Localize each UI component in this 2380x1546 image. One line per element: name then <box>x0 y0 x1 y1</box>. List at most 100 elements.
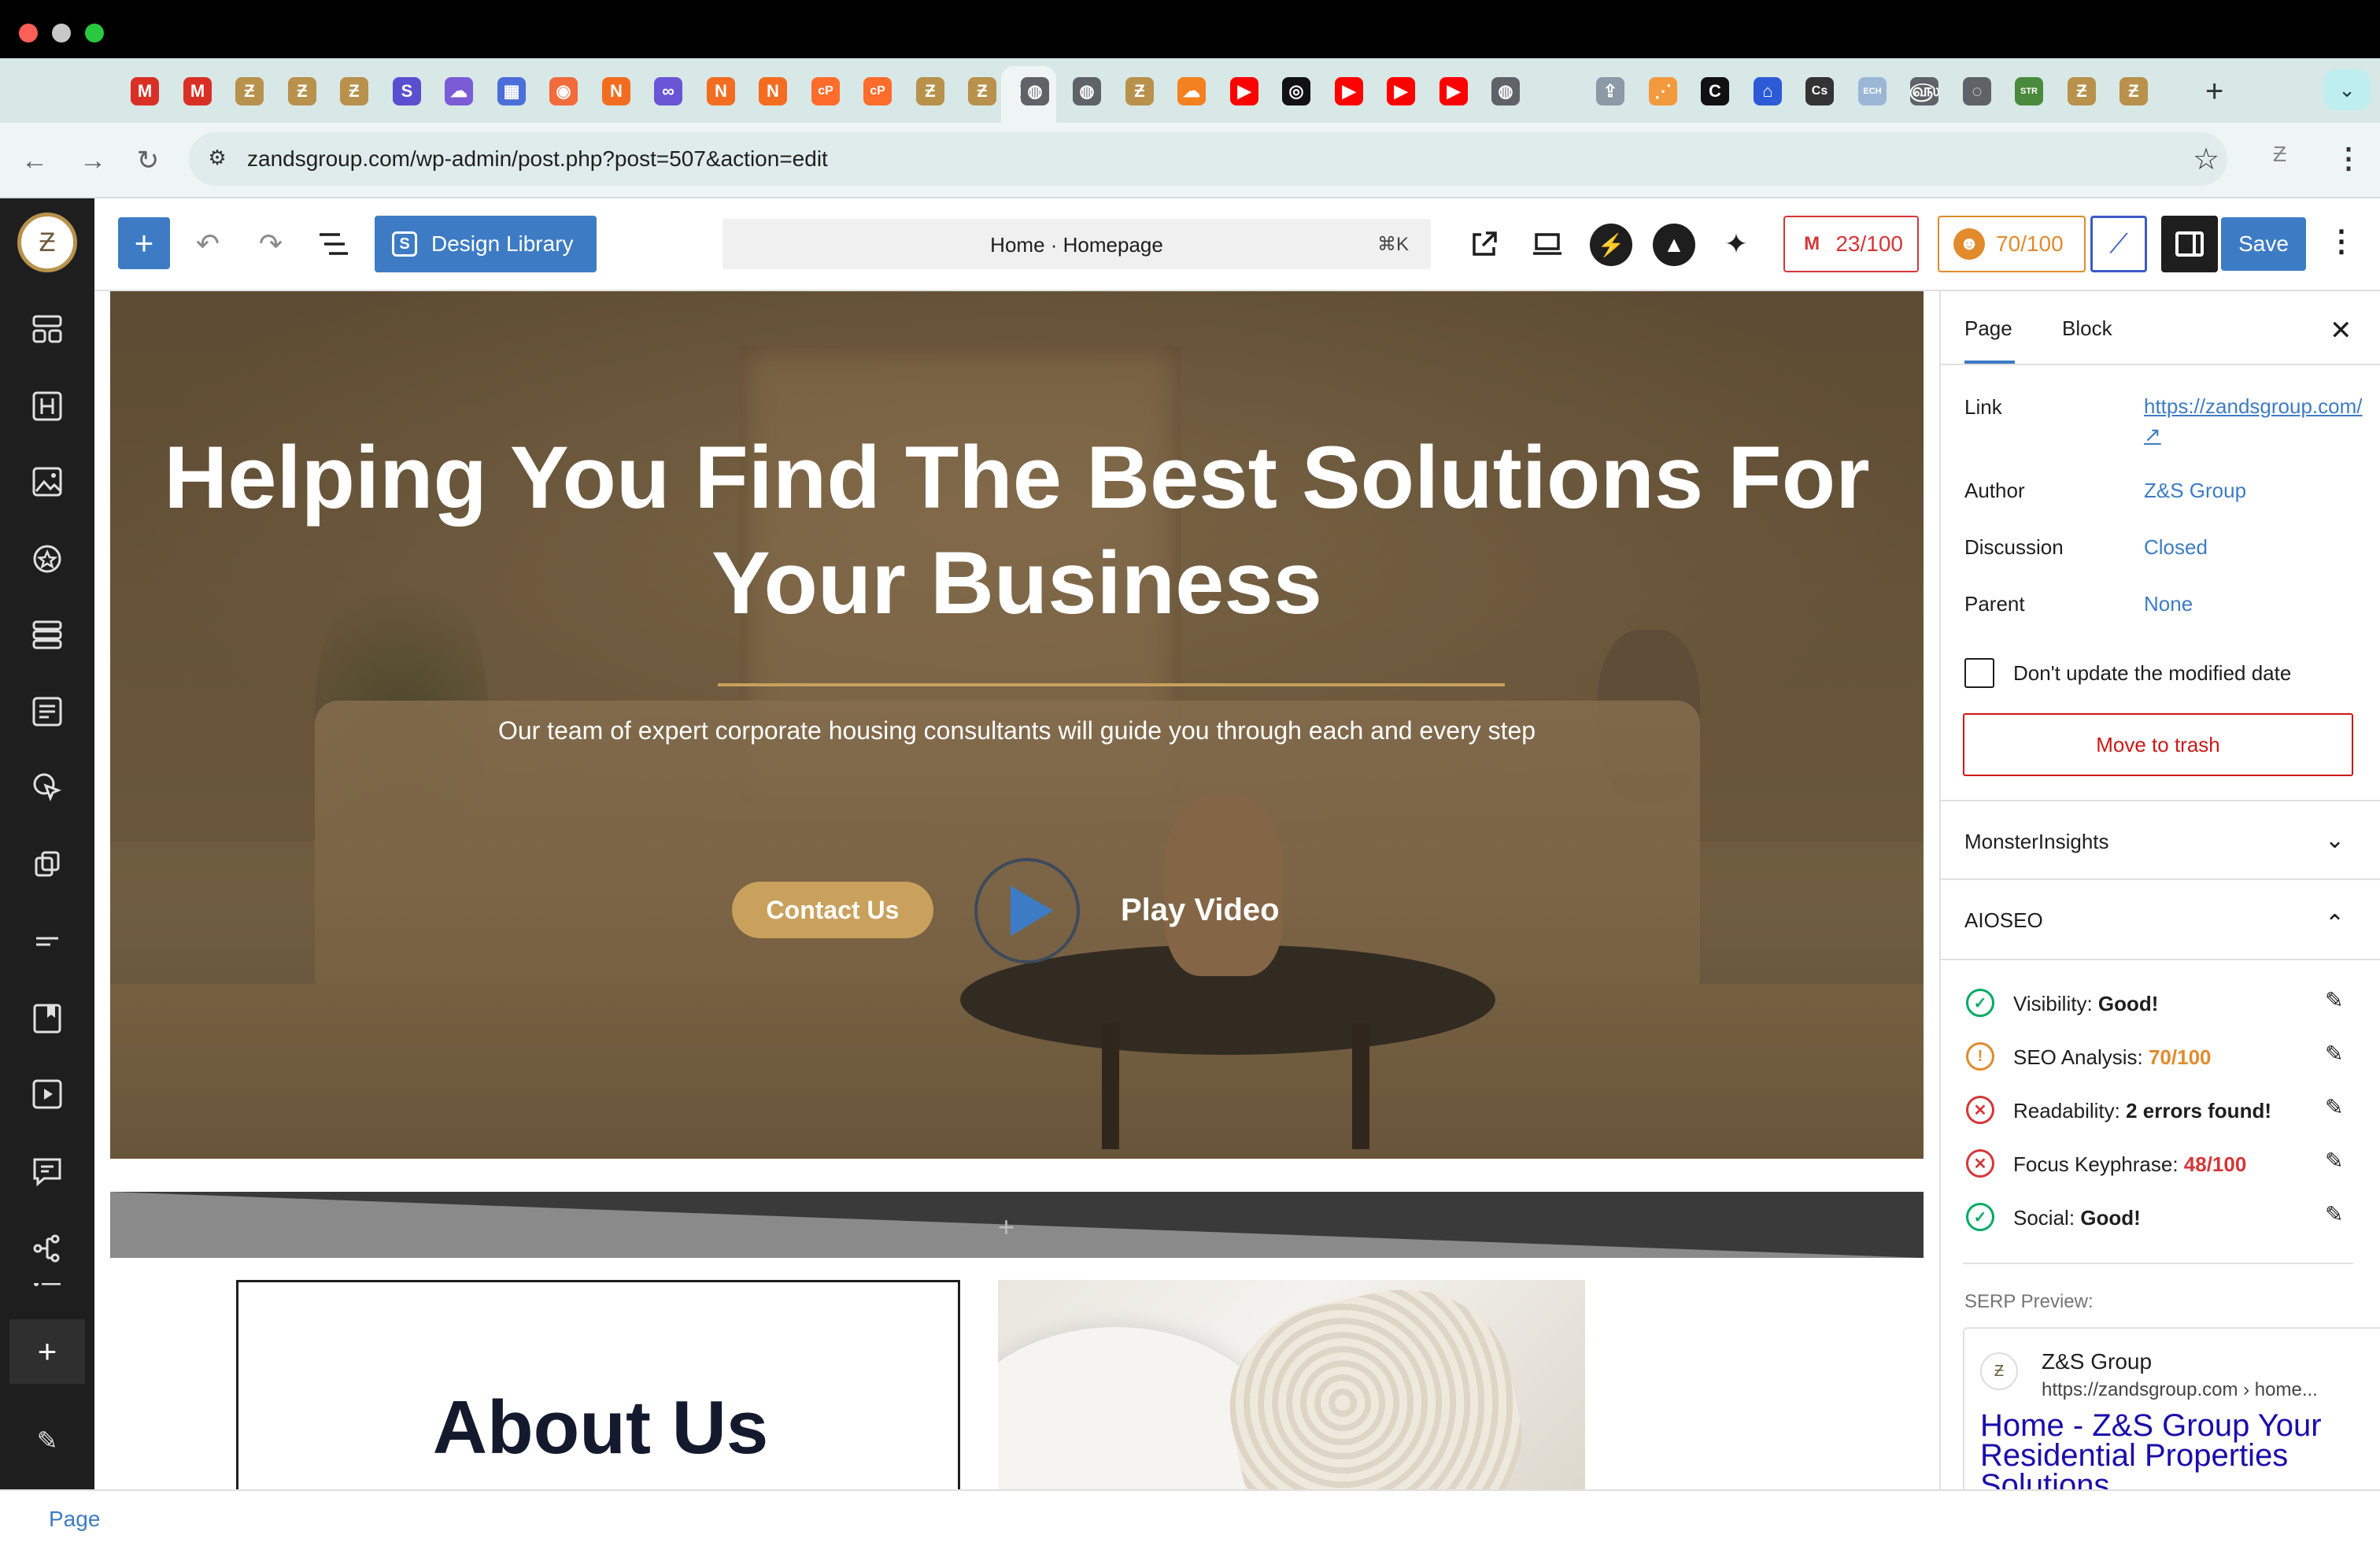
monsterinsights-panel-title[interactable]: MonsterInsights <box>1964 830 2109 854</box>
command-palette-bar[interactable]: Home · Homepage ⌘K <box>722 219 1431 269</box>
orange-app-icon[interactable]: ◉ <box>549 77 578 105</box>
seo-check-analysis[interactable]: SEO Analysis: 70/100 <box>2013 1045 2212 1070</box>
tab-search-button[interactable]: ⌄ <box>2323 69 2371 110</box>
ai-sparkle-icon[interactable]: ✦ <box>1716 224 1757 264</box>
blank-tab-icon[interactable] <box>1544 77 1572 105</box>
bookmark-star-icon[interactable]: ☆ <box>2193 142 2219 177</box>
s-app-icon[interactable]: S <box>393 77 421 105</box>
gmail-icon[interactable]: M <box>131 77 159 105</box>
hero-section[interactable]: Helping You Find The Best Solutions For … <box>110 291 1924 1159</box>
video-block-icon[interactable] <box>27 1074 68 1115</box>
n-app-icon[interactable]: N <box>759 77 787 105</box>
site-logo-icon[interactable]: Ƶ <box>1125 77 1154 105</box>
pencil-edit-icon[interactable]: ✎ <box>2325 987 2343 1013</box>
shape-divider[interactable] <box>110 1192 1924 1258</box>
loading-icon[interactable]: ◌ <box>1963 77 1991 105</box>
astra-icon[interactable]: ▲ <box>1653 224 1695 266</box>
seo-check-readability[interactable]: Readability: 2 errors found! <box>2013 1099 2271 1123</box>
infinity-icon[interactable]: ∞ <box>654 77 682 105</box>
redo-icon[interactable]: ↷ <box>250 224 291 264</box>
form-block-icon[interactable] <box>27 691 68 732</box>
tab-block[interactable]: Block <box>2062 316 2112 341</box>
rows-block-icon[interactable] <box>27 614 68 655</box>
bookmark-block-icon[interactable] <box>27 998 68 1039</box>
image-block-icon[interactable] <box>27 461 68 502</box>
aioseo-panel-title[interactable]: AIOSEO <box>1964 908 2043 933</box>
testimonial-icon[interactable] <box>27 1151 68 1192</box>
page-link[interactable]: https://zandsgroup.com/ ↗ <box>2144 392 2364 449</box>
save-button[interactable]: Save <box>2221 217 2306 271</box>
globe-icon[interactable]: ◍ <box>1491 77 1520 105</box>
youtube-icon[interactable]: ▶ <box>1387 77 1415 105</box>
cloud-app-icon[interactable]: ☁ <box>445 77 473 105</box>
docs-app-icon[interactable]: ▦ <box>497 77 526 105</box>
duplicate-icon[interactable] <box>27 844 68 885</box>
site-logo-icon[interactable]: Ƶ <box>2119 77 2148 105</box>
site-settings-icon[interactable]: ⚙ <box>201 142 233 173</box>
play-video-icon[interactable] <box>974 858 1080 963</box>
cursor-click-icon[interactable] <box>27 767 68 808</box>
pencil-edit-icon[interactable]: ✎ <box>27 1420 68 1461</box>
fingerprint-icon[interactable]: ௵ <box>1909 77 1939 105</box>
minimize-window-button[interactable] <box>52 24 71 43</box>
modified-date-checkbox[interactable] <box>1964 658 1994 688</box>
document-overview-icon[interactable] <box>313 224 354 264</box>
chevron-down-icon[interactable]: ⌄ <box>2325 827 2345 854</box>
seo-check-visibility[interactable]: Visibility: Good! <box>2013 992 2158 1016</box>
globe-icon[interactable]: ◍ <box>1073 77 1101 105</box>
star-badge-icon[interactable] <box>27 538 68 579</box>
author-value[interactable]: Z&S Group <box>2144 479 2246 503</box>
globe-icon[interactable]: ◍ <box>1021 77 1049 105</box>
openai-icon[interactable]: ◎ <box>1282 77 1310 105</box>
spectra-icon[interactable]: ⚡ <box>1590 224 1632 266</box>
sitemap-icon[interactable] <box>27 1228 68 1269</box>
site-logo-icon[interactable]: Ƶ <box>968 77 996 105</box>
seo-check-social[interactable]: Social: Good! <box>2013 1206 2141 1230</box>
site-logo-icon[interactable]: Ƶ <box>340 77 368 105</box>
gmail-icon[interactable]: M <box>183 77 212 105</box>
home-app-icon[interactable]: ⌂ <box>1754 77 1782 105</box>
patterns-icon[interactable] <box>27 309 68 350</box>
design-library-button[interactable]: S Design Library <box>375 216 597 272</box>
seo-head-score-button[interactable]: M 23/100 <box>1783 216 1919 272</box>
parent-value[interactable]: None <box>2144 592 2193 616</box>
new-tab-button[interactable]: + <box>2205 76 2223 107</box>
site-logo-icon[interactable]: Ƶ <box>288 77 316 105</box>
youtube-icon[interactable]: ▶ <box>1335 77 1363 105</box>
pencil-edit-icon[interactable]: ✎ <box>2325 1094 2343 1120</box>
contact-us-button[interactable]: Contact Us <box>732 882 933 938</box>
n-app-icon[interactable]: N <box>707 77 735 105</box>
pencil-edit-icon[interactable]: ✎ <box>2325 1201 2343 1227</box>
cs-app-icon[interactable]: Cs <box>1805 77 1834 105</box>
chevron-up-icon[interactable]: ⌃ <box>2325 910 2345 938</box>
hero-subtitle[interactable]: Our team of expert corporate housing con… <box>110 716 1924 745</box>
zoom-window-button[interactable] <box>85 24 104 43</box>
separator-icon[interactable] <box>27 921 68 962</box>
add-block-plus-icon[interactable]: + <box>998 1211 1014 1244</box>
close-window-button[interactable] <box>19 24 38 43</box>
forward-arrow-icon[interactable]: → <box>74 142 112 179</box>
youtube-icon[interactable]: ▶ <box>1439 77 1468 105</box>
pencil-edit-icon[interactable]: ✎ <box>2325 1041 2343 1067</box>
undo-icon[interactable]: ↶ <box>187 224 228 264</box>
share-icon[interactable]: ⋰ <box>1649 77 1677 105</box>
site-logo-icon[interactable]: Ƶ <box>2068 77 2096 105</box>
move-to-trash-button[interactable]: Move to trash <box>1963 713 2353 776</box>
modified-date-label[interactable]: Don't update the modified date <box>2013 661 2291 686</box>
dark-app-icon[interactable]: C <box>1701 77 1729 105</box>
reload-icon[interactable]: ↻ <box>129 142 167 179</box>
breadcrumb[interactable]: Page <box>49 1507 100 1532</box>
upload-icon[interactable]: ⇪ <box>1596 77 1624 105</box>
browser-menu-icon[interactable]: ⋮ <box>2334 142 2363 175</box>
external-view-icon[interactable] <box>1464 224 1505 264</box>
block-inserter-plus-icon[interactable]: + <box>118 217 170 269</box>
about-us-box[interactable]: About Us <box>236 1280 960 1489</box>
cpanel-icon[interactable]: cP <box>863 77 892 105</box>
aioseo-score-button[interactable]: ☻ 70/100 <box>1938 216 2086 272</box>
cpanel-icon[interactable]: cP <box>811 77 840 105</box>
seo-check-focus-keyphrase[interactable]: Focus Keyphrase: 48/100 <box>2013 1152 2246 1177</box>
magic-wand-icon[interactable]: ⟋ <box>2090 216 2147 272</box>
hero-title[interactable]: Helping You Find The Best Solutions For … <box>110 425 1924 636</box>
site-logo-icon[interactable]: Ƶ <box>17 213 77 272</box>
device-preview-icon[interactable] <box>1527 224 1568 264</box>
